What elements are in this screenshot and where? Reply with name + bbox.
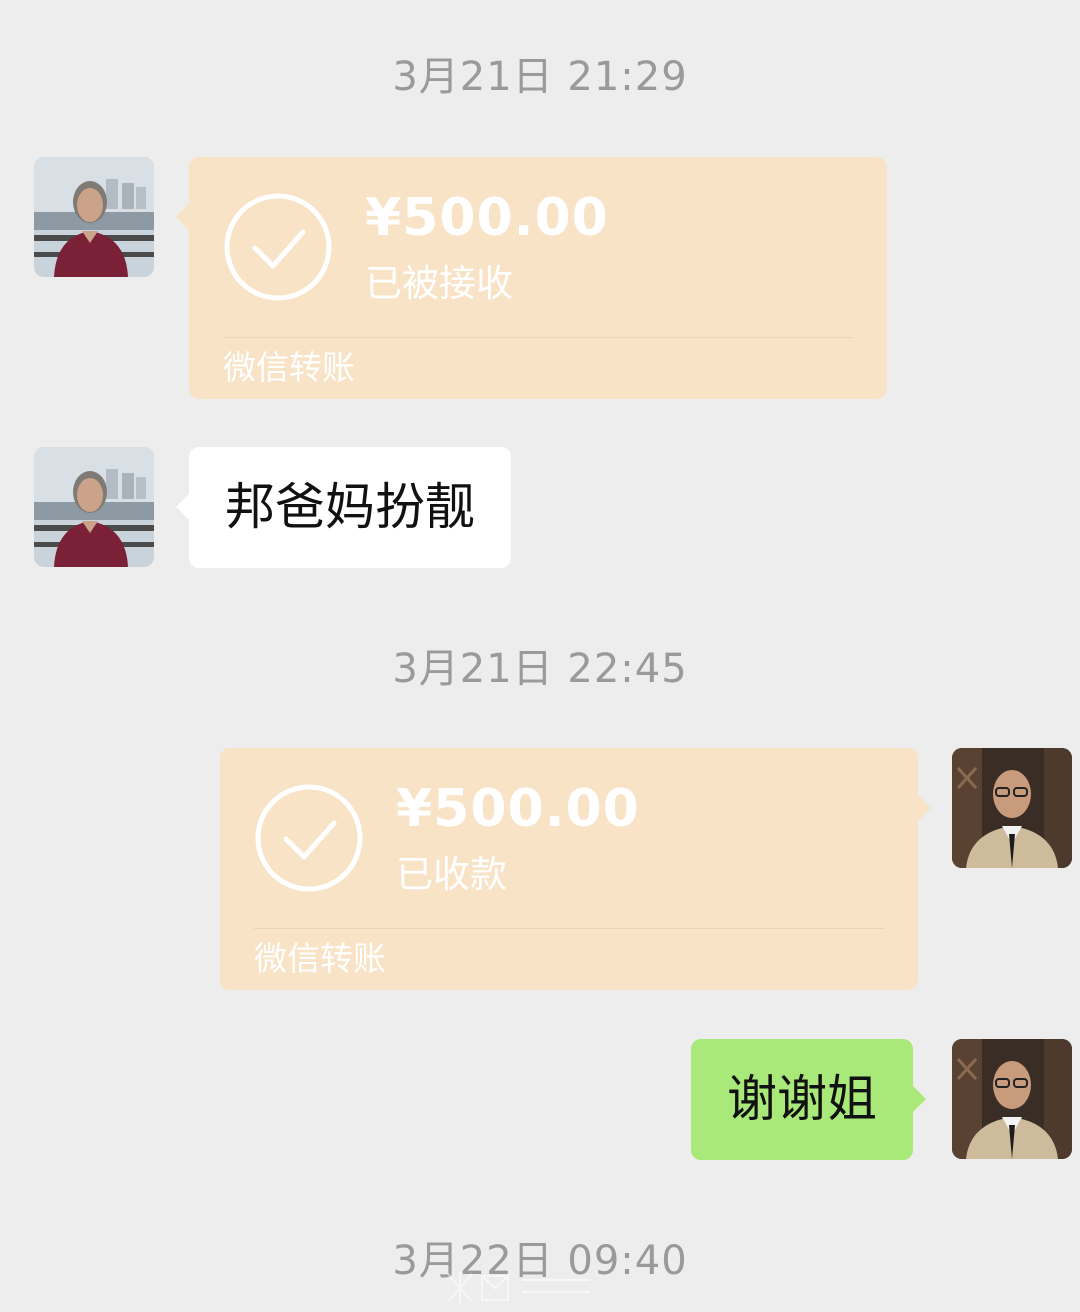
bubble-tail: [176, 493, 190, 521]
user-avatar[interactable]: [952, 1039, 1072, 1159]
transfer-status: 已收款: [396, 853, 507, 896]
transfer-sent-bubble[interactable]: ¥500.00 已收款 微信转账: [220, 748, 931, 990]
contact-avatar[interactable]: [34, 157, 154, 277]
received-message-bubble[interactable]: 邦爸妈扮靓: [176, 447, 511, 568]
contact-avatar[interactable]: [34, 447, 154, 567]
transfer-footer-label: 微信转账: [254, 939, 386, 978]
timestamp: 3月21日 21:29: [392, 54, 688, 100]
sent-message-bubble[interactable]: 谢谢姐: [691, 1039, 926, 1160]
timestamp: 3月21日 22:45: [392, 646, 688, 692]
transfer-footer-label: 微信转账: [223, 348, 355, 387]
divider: [223, 337, 853, 338]
transfer-amount: ¥500.00: [365, 188, 609, 248]
transfer-status: 已被接收: [365, 262, 513, 305]
bubble-tail: [917, 794, 931, 822]
bubble-tail: [176, 203, 190, 231]
user-avatar[interactable]: [952, 748, 1072, 868]
divider: [254, 928, 884, 929]
bubble-tail: [912, 1085, 926, 1113]
transfer-received-bubble[interactable]: ¥500.00 已被接收 微信转账: [176, 157, 887, 399]
transfer-amount: ¥500.00: [396, 779, 640, 839]
check-circle-icon: [254, 783, 364, 893]
message-text: 邦爸妈扮靓: [225, 478, 475, 536]
watermark-logo: [440, 1268, 660, 1308]
message-text: 谢谢姐: [727, 1070, 877, 1128]
check-circle-icon: [223, 192, 333, 302]
